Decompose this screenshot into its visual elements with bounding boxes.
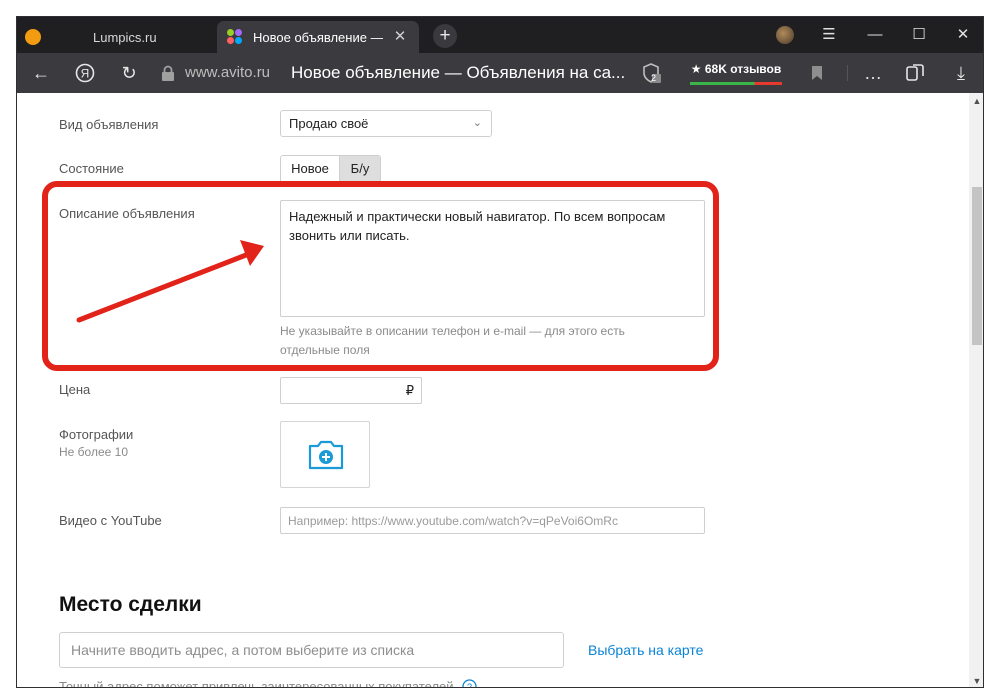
price-label: Цена	[59, 382, 91, 397]
reviews-badge[interactable]: ★ 68K отзывов	[690, 61, 782, 85]
reload-icon[interactable]: ↻	[115, 53, 143, 93]
browser-window: Lumpics.ru Новое объявление — О ✕ + ☰ — …	[16, 16, 984, 688]
page-scrollbar[interactable]: ▲ ▼	[969, 93, 983, 687]
deal-section-title: Место сделки	[59, 593, 202, 616]
ad-type-select[interactable]: Продаю своё ⌄	[280, 110, 492, 137]
scroll-down-icon[interactable]: ▼	[969, 673, 983, 687]
description-textarea[interactable]: Надежный и практически новый навигатор. …	[280, 200, 705, 317]
condition-label: Состояние	[59, 161, 124, 176]
tab-lumpics[interactable]: Lumpics.ru	[17, 21, 217, 53]
photos-limit: Не более 10	[59, 445, 128, 459]
svg-text:?: ?	[467, 682, 472, 688]
bookmark-icon[interactable]	[805, 53, 829, 93]
maximize-icon[interactable]: ☐	[899, 17, 939, 53]
description-hint: Не указывайте в описании телефон и e-mai…	[280, 324, 625, 357]
price-input[interactable]: ₽	[280, 377, 422, 404]
ad-type-label: Вид объявления	[59, 117, 159, 132]
lumpics-favicon-icon	[25, 29, 41, 45]
page-content: Вид объявления Продаю своё ⌄ Состояние Н…	[17, 93, 969, 688]
avito-favicon-icon	[227, 29, 243, 45]
camera-add-icon	[308, 440, 344, 470]
choose-on-map-link[interactable]: Выбрать на карте	[588, 642, 703, 658]
svg-text:Я: Я	[81, 67, 90, 81]
address-page-title[interactable]: Новое объявление — Объявления на са...	[291, 53, 625, 93]
profile-avatar[interactable]	[776, 26, 794, 44]
menu-icon[interactable]: ☰	[809, 17, 849, 53]
tab-bar: Lumpics.ru Новое объявление — О ✕ + ☰ — …	[17, 17, 983, 53]
condition-option-used[interactable]: Б/у	[339, 155, 381, 183]
lock-icon	[162, 65, 174, 81]
more-icon[interactable]: …	[861, 53, 885, 93]
youtube-input[interactable]: Например: https://www.youtube.com/watch?…	[280, 507, 705, 534]
address-domain[interactable]: www.avito.ru	[185, 53, 270, 93]
deal-address-input[interactable]: Начните вводить адрес, а потом выберите …	[59, 632, 564, 668]
tab-title: Lumpics.ru	[93, 29, 157, 45]
back-arrow-icon[interactable]: ←	[27, 53, 55, 93]
scroll-thumb[interactable]	[972, 187, 982, 345]
condition-option-new[interactable]: Новое	[280, 155, 340, 183]
protect-badge: 2	[651, 73, 657, 83]
help-icon[interactable]: ?	[462, 679, 477, 688]
add-photo-button[interactable]	[280, 421, 370, 488]
tab-title: Новое объявление — О	[253, 29, 383, 45]
yandex-icon[interactable]: Я	[71, 53, 99, 93]
scroll-up-icon[interactable]: ▲	[969, 93, 983, 109]
collections-icon[interactable]	[903, 53, 927, 93]
chevron-down-icon: ⌄	[472, 117, 482, 129]
ad-type-value: Продаю своё	[289, 116, 369, 131]
reviews-rating-bar	[690, 82, 782, 85]
new-tab-button[interactable]: +	[433, 24, 457, 48]
browser-toolbar: ← Я ↻ www.avito.ru Новое объявление — Об…	[17, 53, 983, 93]
reviews-label: ★ 68K отзывов	[690, 62, 782, 76]
description-label: Описание объявления	[59, 206, 195, 221]
download-icon[interactable]: ⤓	[949, 53, 973, 93]
close-tab-icon[interactable]: ✕	[391, 28, 409, 46]
youtube-label: Видео с YouTube	[59, 513, 162, 528]
photos-label: Фотографии	[59, 427, 134, 442]
address-hint-text: Точный адрес поможет привлечь заинтересо…	[59, 679, 477, 688]
close-window-icon[interactable]: ✕	[943, 17, 983, 53]
toolbar-divider	[847, 65, 848, 81]
ruble-sign: ₽	[405, 383, 414, 398]
minimize-icon[interactable]: —	[855, 17, 895, 53]
tab-avito[interactable]: Новое объявление — О ✕	[217, 21, 419, 53]
